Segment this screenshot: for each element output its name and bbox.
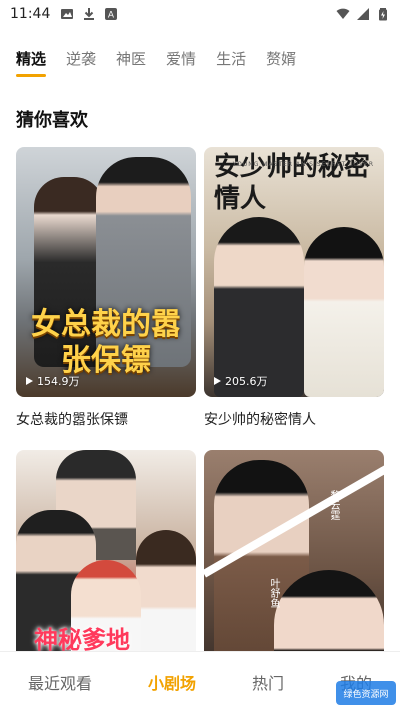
nav-popular[interactable]: 热门 xyxy=(252,670,284,694)
system-icons xyxy=(336,7,390,21)
notification-icons: A xyxy=(60,7,118,21)
status-bar: 11:44 A xyxy=(0,0,400,28)
view-count: 154.9万 xyxy=(26,373,80,389)
nav-mini-theater[interactable]: 小剧场 xyxy=(148,670,196,694)
view-count-value: 154.9万 xyxy=(37,375,80,388)
battery-icon xyxy=(379,8,387,21)
watermark-logo: 绿色资源网 xyxy=(336,681,396,705)
status-time: 11:44 xyxy=(10,6,51,22)
tab-comeback[interactable]: 逆袭 xyxy=(66,48,96,77)
view-count: 205.6万 xyxy=(214,373,268,389)
poster-figure xyxy=(304,227,384,397)
drama-card[interactable]: 安少帅的秘密情人 YOUNG MASTER AN'S SECRET LOVER … xyxy=(204,147,384,429)
poster-name-tag: 叶舒鱼 xyxy=(268,578,279,608)
download-icon xyxy=(84,8,95,20)
tab-featured[interactable]: 精选 xyxy=(16,48,47,77)
app-notification-icon: A xyxy=(105,8,118,21)
nav-recently-watched[interactable]: 最近观看 xyxy=(28,670,92,694)
signal-icon xyxy=(357,8,369,20)
image-icon xyxy=(61,9,74,19)
view-count-value: 205.6万 xyxy=(225,375,268,388)
category-tabs: 精选 逆袭 神医 爱情 生活 赘婿 xyxy=(16,48,296,77)
poster-title-art: 女总裁的嚣张保镖 xyxy=(31,307,181,378)
poster-title-art: 神秘爹地 xyxy=(34,625,130,654)
poster-name-tag: 黎云霆 xyxy=(328,490,339,520)
tab-life[interactable]: 生活 xyxy=(216,48,246,77)
section-title: 猜你喜欢 xyxy=(16,110,88,131)
drama-title[interactable]: 安少帅的秘密情人 xyxy=(204,409,384,429)
wifi-icon xyxy=(336,8,350,19)
drama-poster[interactable]: 安少帅的秘密情人 YOUNG MASTER AN'S SECRET LOVER … xyxy=(204,147,384,397)
poster-figure xyxy=(214,217,304,397)
poster-subtitle: YOUNG MASTER AN'S SECRET LOVER xyxy=(232,161,374,168)
tab-miracle-doctor[interactable]: 神医 xyxy=(116,48,146,77)
play-icon xyxy=(26,377,33,385)
svg-text:A: A xyxy=(108,11,115,21)
tab-son-in-law[interactable]: 赘婿 xyxy=(266,48,296,77)
tab-romance[interactable]: 爱情 xyxy=(166,48,196,77)
drama-title[interactable]: 女总裁的嚣张保镖 xyxy=(16,409,196,429)
drama-poster[interactable]: 女总裁的嚣张保镖 154.9万 xyxy=(16,147,196,397)
play-icon xyxy=(214,377,221,385)
drama-card[interactable]: 女总裁的嚣张保镖 154.9万 女总裁的嚣张保镖 xyxy=(16,147,196,429)
